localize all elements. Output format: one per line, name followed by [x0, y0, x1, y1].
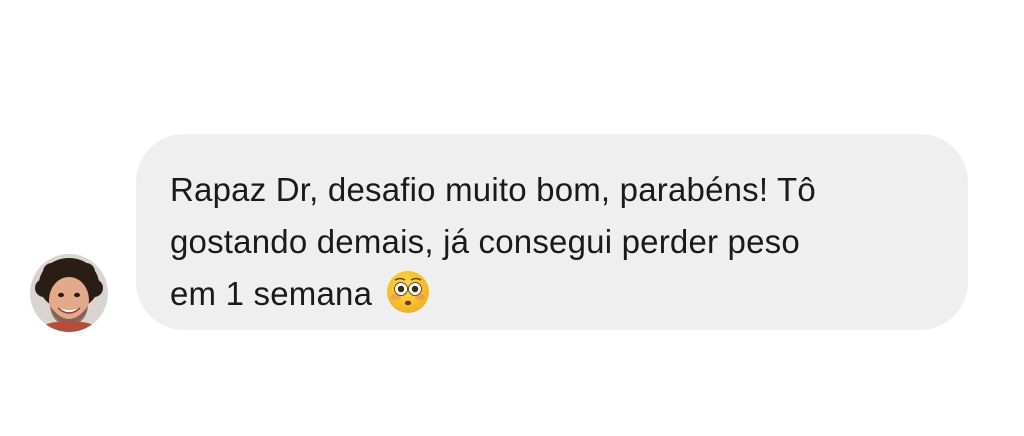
avatar[interactable] — [30, 254, 108, 332]
comment-bubble[interactable]: Rapaz Dr, desafio muito bom, parabéns! T… — [136, 134, 968, 330]
flushed-face-emoji-icon — [386, 270, 430, 314]
comment-text: Rapaz Dr, desafio muito bom, parabéns! T… — [170, 164, 928, 320]
comment-line: Rapaz Dr, desafio muito bom, parabéns! T… — [170, 171, 816, 208]
comment-line: em 1 semana — [170, 268, 928, 320]
comment-line-text: em 1 semana — [170, 275, 373, 312]
comment-screen: Rapaz Dr, desafio muito bom, parabéns! T… — [0, 0, 1024, 436]
comment-line: gostando demais, já consegui perder peso — [170, 223, 800, 260]
avatar-photo — [30, 254, 108, 332]
